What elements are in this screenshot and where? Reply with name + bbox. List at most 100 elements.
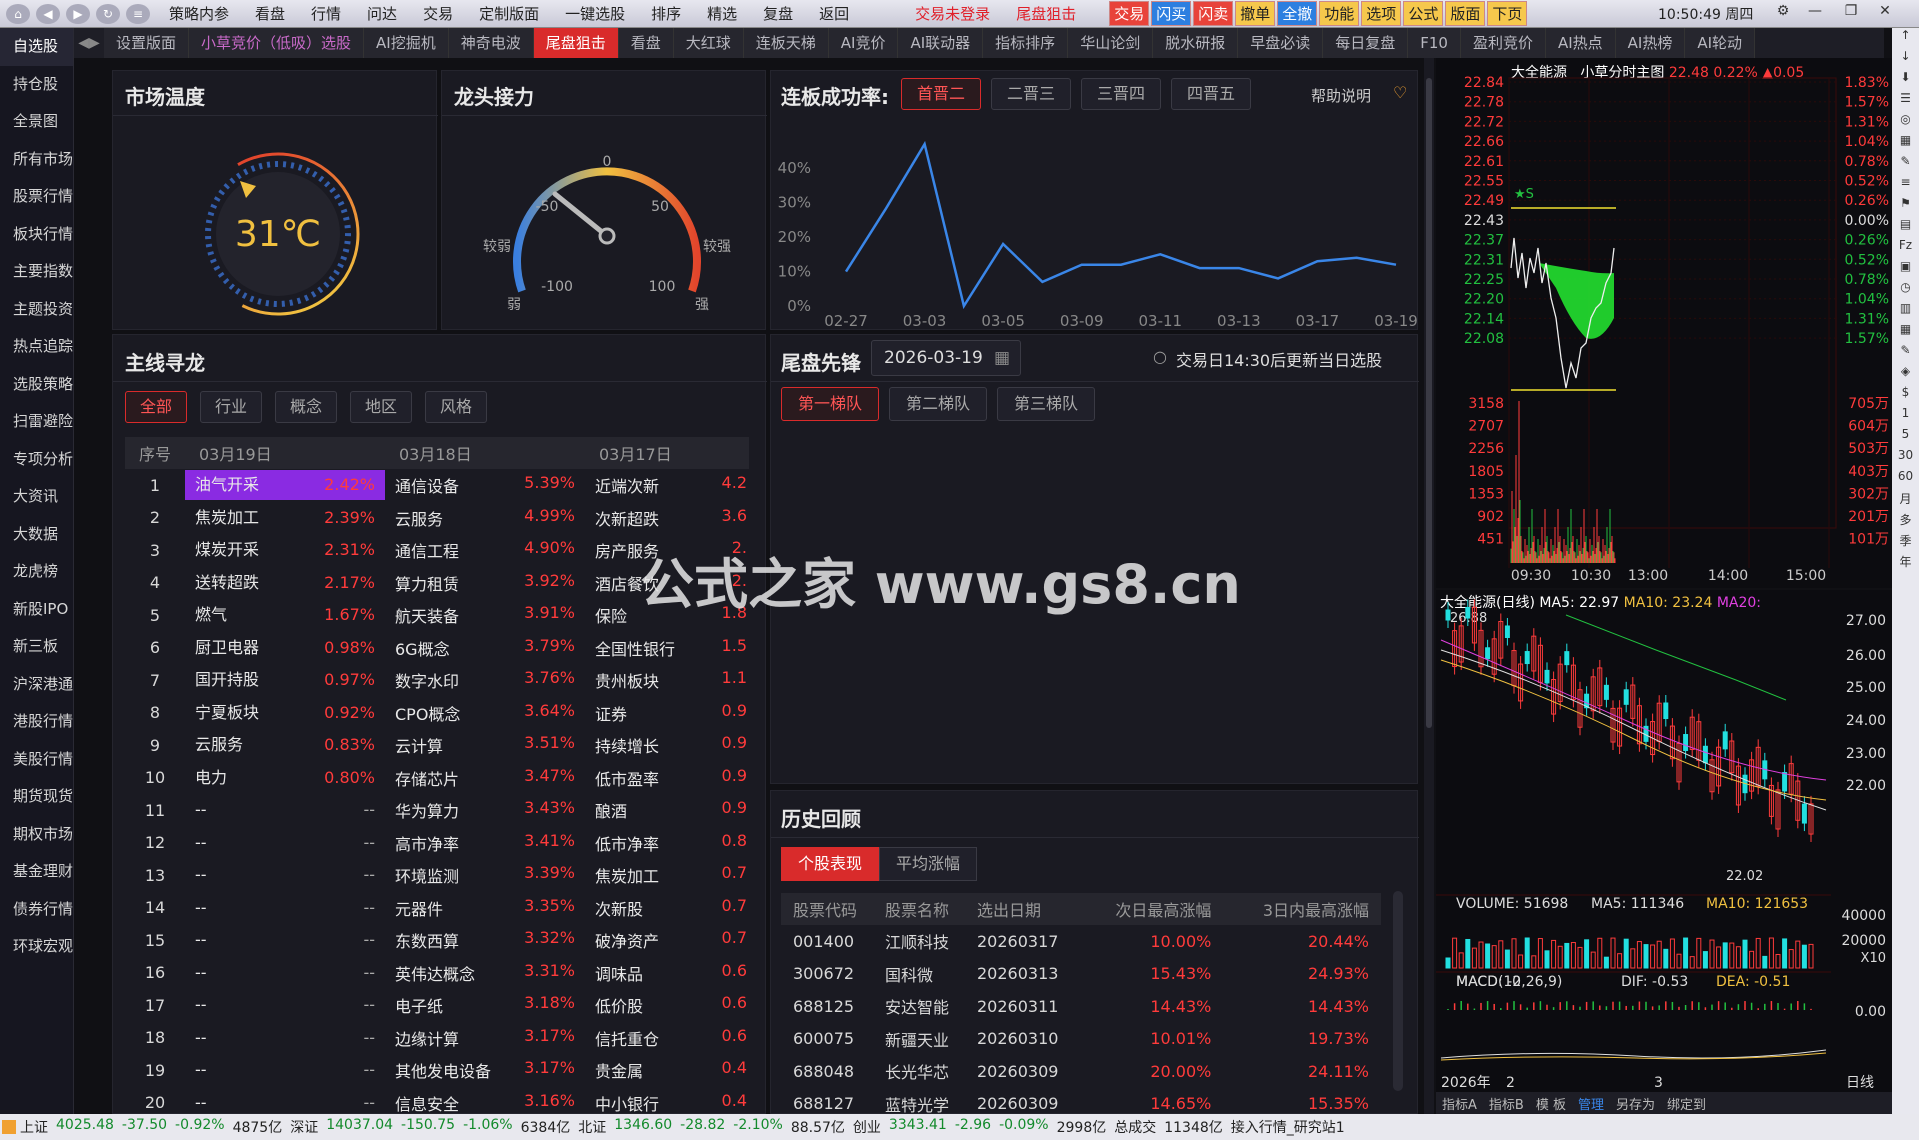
sector-cell[interactable]: -- -- <box>185 1055 385 1085</box>
rate-button[interactable]: 三晋四 <box>1081 78 1161 110</box>
table-row[interactable]: 688048 长光华芯 20260309 20.00% 24.11% <box>781 1055 1381 1088</box>
sector-cell[interactable]: 证券 0.9 <box>585 697 749 730</box>
menu-icon[interactable]: ≡ <box>126 3 150 24</box>
menu-item[interactable]: 精选 <box>694 3 750 24</box>
toolbar-icon[interactable]: ▣ <box>1892 259 1919 280</box>
sector-cell[interactable]: 酿酒 0.9 <box>585 794 749 827</box>
scrollbar[interactable] <box>1393 891 1403 1091</box>
menu-item[interactable]: 复盘 <box>750 3 806 24</box>
table-row[interactable]: 8 宁夏板块 0.92% CPO概念 3.64% 证券 0.9 <box>125 697 749 730</box>
tier-button[interactable]: 第三梯队 <box>997 387 1095 421</box>
sector-cell[interactable]: -- -- <box>185 893 385 923</box>
tab[interactable]: 大红球 <box>673 28 744 58</box>
nav-item[interactable]: 选股策略 <box>0 366 73 404</box>
toolbar-icon[interactable]: 多 <box>1892 511 1919 532</box>
calendar-icon[interactable]: ▦ <box>994 341 1010 375</box>
back-icon[interactable]: ◀ <box>36 3 60 24</box>
toolbar-button[interactable]: 全撤 <box>1277 1 1318 26</box>
table-row[interactable]: 11 -- -- 华为算力 3.43% 酿酒 0.9 <box>125 794 749 827</box>
toolbar-icon[interactable]: ↓ <box>1892 49 1919 70</box>
toolbar-icon[interactable]: 30 <box>1892 448 1919 469</box>
sector-name[interactable]: 焦炭加工 2.39% <box>185 502 385 535</box>
nav-item[interactable]: 自选股 <box>0 28 73 66</box>
sector-cell[interactable]: 次新股 0.7 <box>585 892 749 925</box>
nav-item[interactable]: 基金理财 <box>0 853 73 891</box>
table-row[interactable]: 12 -- -- 高市净率 3.41% 低市净率 0.8 <box>125 827 749 860</box>
sector-cell[interactable]: 高市净率 3.41% <box>385 827 585 860</box>
chart-bottom-tab[interactable]: 指标B <box>1483 1094 1530 1113</box>
toolbar-icon[interactable]: 季 <box>1892 532 1919 553</box>
sector-cell[interactable]: 贵州板块 1.1 <box>585 664 749 697</box>
toolbar-icon[interactable]: ◷ <box>1892 280 1919 301</box>
chart-bottom-tab[interactable]: 管理 <box>1572 1094 1610 1113</box>
table-row[interactable]: 18 -- -- 边缘计算 3.17% 信托重仓 0.6 <box>125 1022 749 1055</box>
chart-bottom-tab[interactable]: 指标A <box>1436 1094 1483 1113</box>
nav-item[interactable]: 债券行情 <box>0 891 73 929</box>
table-row[interactable]: 15 -- -- 东数西算 3.32% 破净资产 0.7 <box>125 924 749 957</box>
nav-item[interactable]: 新三板 <box>0 628 73 666</box>
sector-cell[interactable]: 信托重仓 0.6 <box>585 1022 749 1055</box>
toolbar-icon[interactable]: ↑ <box>1892 28 1919 49</box>
toolbar-icon[interactable]: 1 <box>1892 406 1919 427</box>
nav-item[interactable]: 全景图 <box>0 103 73 141</box>
sector-cell[interactable]: CPO概念 3.64% <box>385 697 585 730</box>
sector-cell[interactable]: 破净资产 0.7 <box>585 924 749 957</box>
sector-name[interactable]: -- -- <box>185 924 385 957</box>
sector-cell[interactable]: 边缘计算 3.17% <box>385 1022 585 1055</box>
nav-item[interactable]: 主要指数 <box>0 253 73 291</box>
nav-item[interactable]: 板块行情 <box>0 216 73 254</box>
nav-item[interactable]: 持仓股 <box>0 66 73 104</box>
minimize-icon[interactable]: — <box>1802 3 1828 23</box>
toolbar-icon[interactable]: Fz <box>1892 238 1919 259</box>
table-row[interactable]: 001400 江顺科技 20260317 10.00% 20.44% <box>781 925 1381 958</box>
menu-item[interactable]: 交易 <box>410 3 466 24</box>
toolbar-button[interactable]: 公式 <box>1403 1 1444 26</box>
sector-cell[interactable]: 数字水印 3.76% <box>385 664 585 697</box>
menu-item[interactable]: 排序 <box>638 3 694 24</box>
sector-cell[interactable]: 其他发电设备 3.17% <box>385 1054 585 1087</box>
toolbar-icon[interactable]: 年 <box>1892 553 1919 574</box>
menu-item[interactable]: 定制版面 <box>466 3 552 24</box>
rate-button[interactable]: 四晋五 <box>1171 78 1251 110</box>
table-row[interactable]: 16 -- -- 英伟达概念 3.31% 调味品 0.6 <box>125 957 749 990</box>
toolbar-icon[interactable]: ⬇ <box>1892 70 1919 91</box>
sector-cell[interactable]: 煤炭开采 2.31% <box>185 535 385 565</box>
sector-cell[interactable]: 环境监测 3.39% <box>385 859 585 892</box>
table-row[interactable]: 1 油气开采 2.42% 通信设备 5.39% 近端次新 4.2 <box>125 469 749 502</box>
sector-cell[interactable]: 元器件 3.35% <box>385 892 585 925</box>
menu-alert[interactable]: 交易未登录 <box>902 3 1003 24</box>
toolbar-icon[interactable]: 5 <box>1892 427 1919 448</box>
toolbar-icon[interactable]: ▤ <box>1892 217 1919 238</box>
sector-cell[interactable]: 全国性银行 1.5 <box>585 632 749 665</box>
splitter[interactable] <box>1424 58 1434 1114</box>
sector-cell[interactable]: 贵金属 0.4 <box>585 1054 749 1087</box>
menu-alert[interactable]: 尾盘狙击 <box>1003 3 1089 24</box>
date-picker[interactable]: 2026-03-19 ▦ <box>871 340 1021 376</box>
toolbar-icon[interactable]: ✎ <box>1892 343 1919 364</box>
sector-cell[interactable]: 焦炭加工 0.7 <box>585 859 749 892</box>
column-header[interactable]: 股票名称 <box>873 893 965 925</box>
sector-cell[interactable]: 厨卫电器 0.98% <box>185 633 385 663</box>
tab[interactable]: 每日复盘 <box>1323 28 1409 58</box>
tab[interactable]: 指标排序 <box>983 28 1069 58</box>
toolbar-button[interactable]: 版面 <box>1445 1 1486 26</box>
toolbar-icon[interactable]: ▦ <box>1892 133 1919 154</box>
tab[interactable]: F10 <box>1408 28 1461 58</box>
table-row[interactable]: 2 焦炭加工 2.39% 云服务 4.99% 次新超跌 3.6 <box>125 502 749 535</box>
tab[interactable]: 尾盘狙击 <box>533 28 619 58</box>
nav-item[interactable]: 股票行情 <box>0 178 73 216</box>
tab[interactable]: AI挖掘机 <box>364 28 449 58</box>
nav-item[interactable]: 新股IPO <box>0 591 73 629</box>
help-link[interactable]: 帮助说明 <box>1311 85 1371 106</box>
chart-bottom-tab[interactable]: 绑定到 <box>1661 1094 1712 1113</box>
toolbar-icon[interactable]: ◈ <box>1892 364 1919 385</box>
tab[interactable]: AI竞价 <box>828 28 899 58</box>
table-row[interactable]: 10 电力 0.80% 存储芯片 3.47% 低市盈率 0.9 <box>125 762 749 795</box>
toolbar-icon[interactable]: ✎ <box>1892 154 1919 175</box>
sector-name[interactable]: -- -- <box>185 989 385 1022</box>
sector-cell[interactable]: -- -- <box>185 990 385 1020</box>
sector-name[interactable]: 厨卫电器 0.98% <box>185 632 385 665</box>
menu-item[interactable]: 策略内参 <box>156 3 242 24</box>
nav-item[interactable]: 期权市场 <box>0 816 73 854</box>
menu-item[interactable]: 行情 <box>298 3 354 24</box>
